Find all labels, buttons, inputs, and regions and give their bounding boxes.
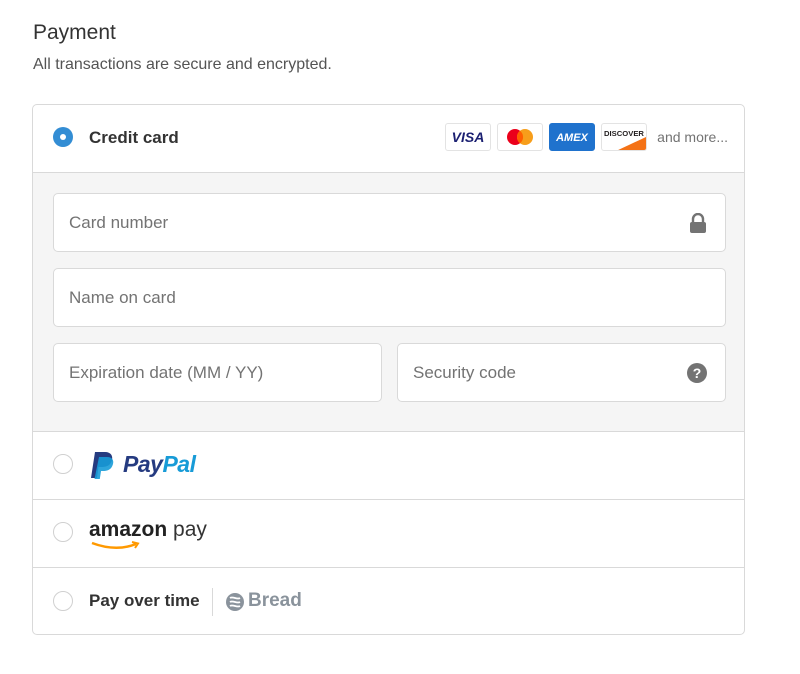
bread-logo-icon: [225, 592, 245, 617]
name-on-card-input[interactable]: [54, 269, 725, 326]
pay-over-time-option[interactable]: Pay over time Bread: [33, 567, 744, 634]
svg-text:?: ?: [693, 365, 702, 381]
visa-logo-text: VISA: [452, 129, 485, 145]
security-code-input[interactable]: [398, 344, 725, 401]
credit-card-form: ?: [33, 172, 744, 431]
discover-logo: DISCOVER: [601, 123, 648, 151]
amex-logo-text: AMEX: [555, 132, 588, 144]
pay-over-time-radio[interactable]: [53, 591, 73, 611]
and-more-text: and more...: [657, 129, 728, 145]
paypal-logo-icon: [89, 450, 115, 485]
bread-logo: Bread: [248, 590, 302, 611]
security-code-field: ?: [397, 343, 726, 402]
expiration-date-input[interactable]: [54, 344, 381, 401]
page-subtitle: All transactions are secure and encrypte…: [33, 56, 332, 73]
discover-logo-text: DISCOVER: [604, 129, 644, 138]
paypal-option[interactable]: PayPal: [33, 431, 744, 499]
divider: [212, 588, 213, 616]
lock-icon: [689, 212, 707, 238]
pay-over-time-label: Pay over time: [89, 591, 200, 610]
name-on-card-field: [53, 268, 726, 327]
paypal-logo: PayPal: [123, 451, 196, 477]
expiration-date-field: [53, 343, 382, 402]
credit-card-radio[interactable]: [53, 127, 73, 147]
mastercard-logo: [497, 123, 544, 151]
page-title: Payment: [33, 21, 116, 44]
amazon-smile-icon: [90, 538, 142, 556]
credit-card-option[interactable]: Credit card VISA AMEX DISCOVER and more.…: [33, 105, 744, 172]
card-number-field: [53, 193, 726, 252]
help-icon[interactable]: ?: [687, 363, 707, 388]
amazon-pay-option[interactable]: amazon pay: [33, 499, 744, 567]
payment-methods-panel: Credit card VISA AMEX DISCOVER and more.…: [32, 104, 745, 635]
amex-logo: AMEX: [549, 123, 596, 151]
card-brand-logos: VISA AMEX DISCOVER and more...: [445, 122, 728, 152]
credit-card-label: Credit card: [89, 128, 179, 147]
amazon-pay-radio[interactable]: [53, 522, 73, 542]
paypal-radio[interactable]: [53, 454, 73, 474]
card-number-input[interactable]: [54, 194, 725, 251]
visa-logo: VISA: [445, 123, 492, 151]
